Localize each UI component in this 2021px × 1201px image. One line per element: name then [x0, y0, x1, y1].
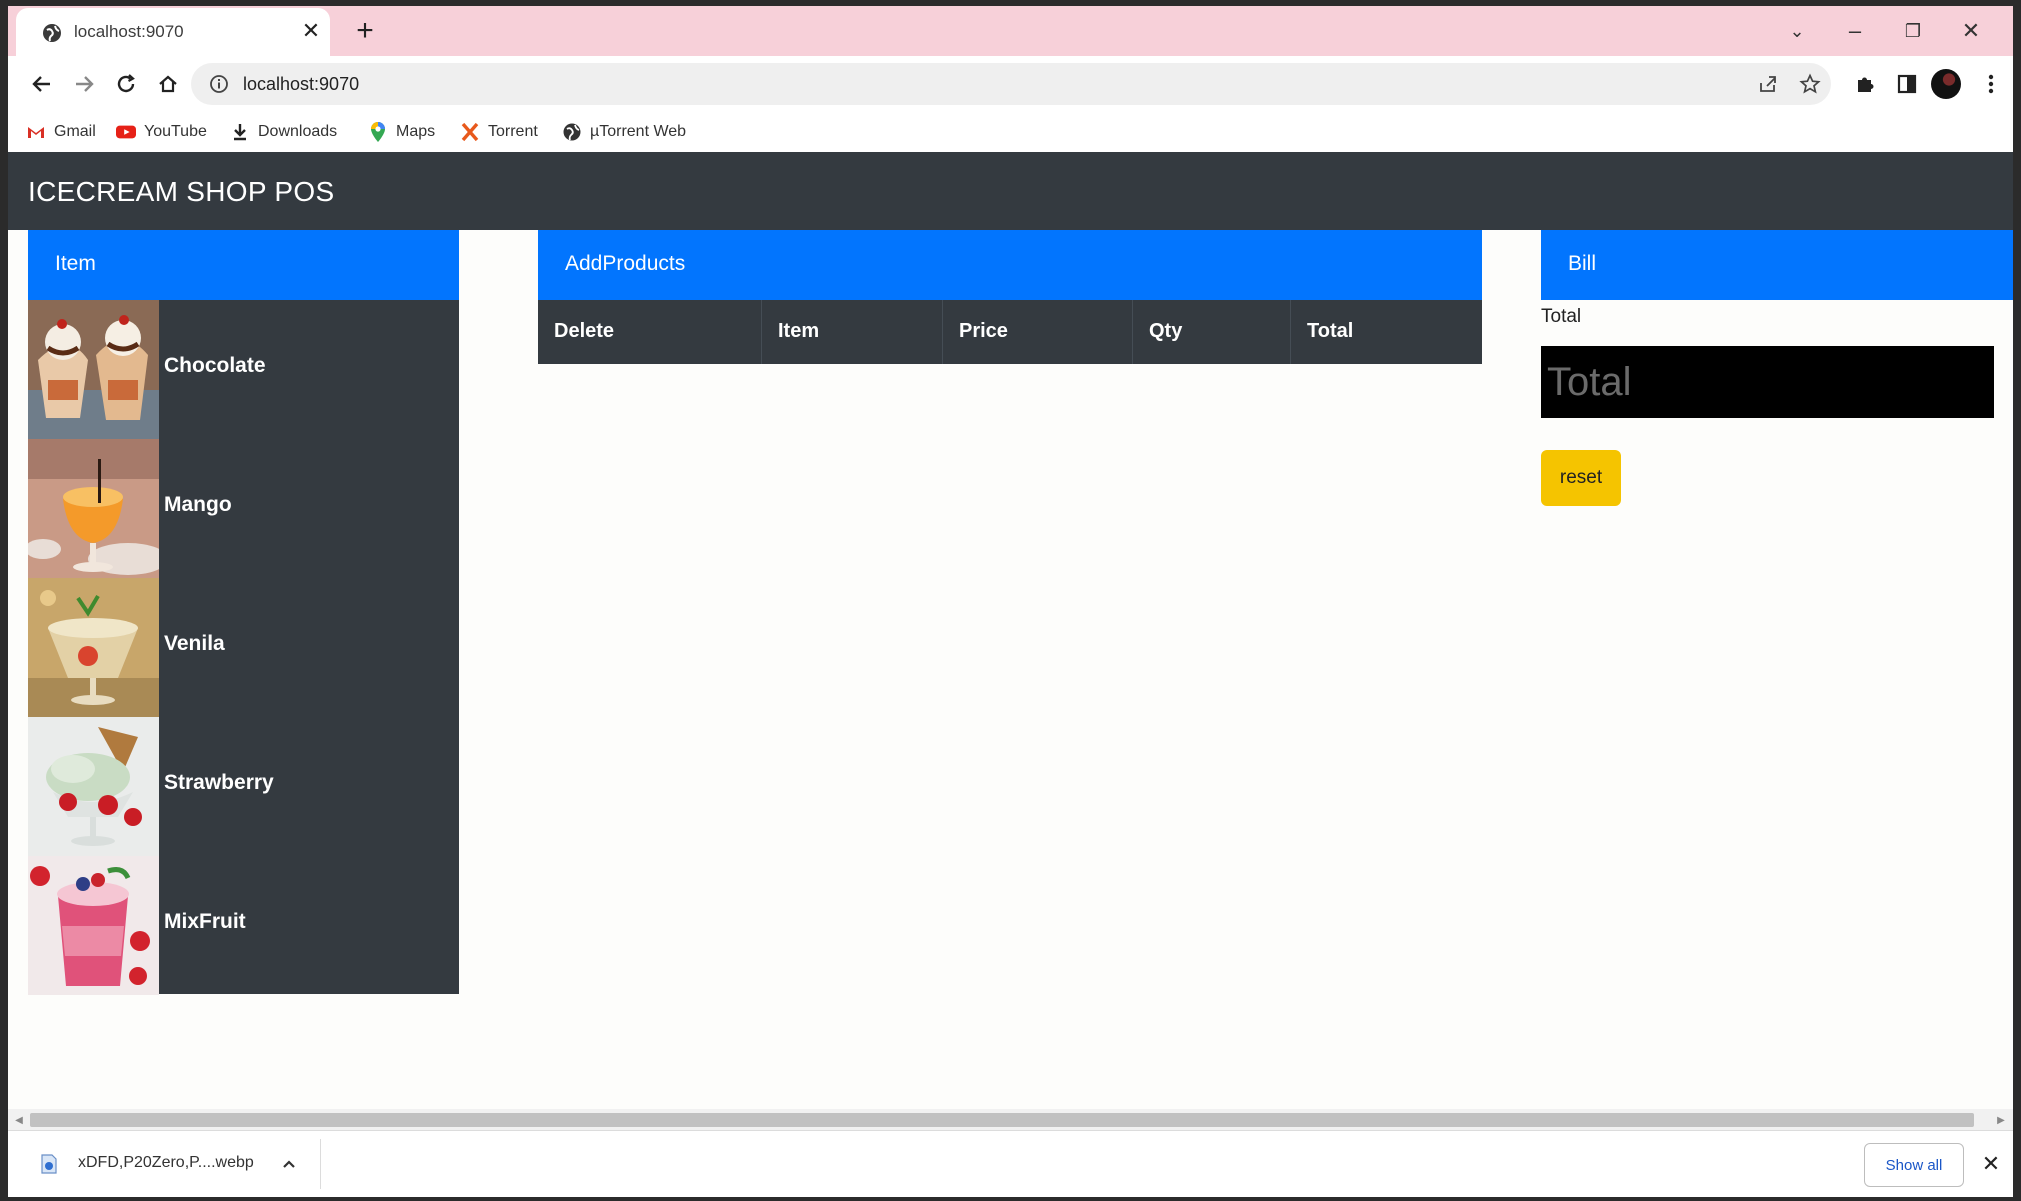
bookmark-utorrent-web[interactable]: µTorrent Web	[562, 118, 686, 146]
scroll-right-icon[interactable]: ▶	[1994, 1113, 2008, 1127]
bookmark-maps[interactable]: Maps	[368, 118, 435, 146]
restore-button[interactable]: ❐	[1896, 14, 1930, 48]
column-header-total: Total	[1291, 300, 1482, 364]
scrollbar-thumb[interactable]	[30, 1113, 1974, 1127]
tab-title: localhost:9070	[74, 22, 184, 41]
side-panel-icon[interactable]	[1889, 66, 1925, 102]
address-bar[interactable]: localhost:9070	[191, 63, 1831, 105]
bookmark-label: Maps	[396, 123, 436, 140]
menu-kebab-icon[interactable]	[1973, 66, 2009, 102]
column-header-price: Price	[943, 300, 1133, 364]
page-content: ICECREAM SHOP POS Item Chocolate Mango V…	[8, 152, 2013, 1131]
chocolate-icecream-image[interactable]	[28, 300, 159, 439]
mango-icecream-image[interactable]	[28, 439, 159, 578]
item-name: Chocolate	[164, 354, 266, 377]
bookmark-label: Gmail	[54, 123, 96, 140]
item-venila[interactable]: Venila	[28, 578, 459, 717]
maps-icon	[368, 122, 388, 142]
item-card-title: Item	[55, 252, 96, 275]
forward-button[interactable]	[66, 66, 102, 102]
column-header-qty: Qty	[1133, 300, 1291, 364]
tab-search-chevron-icon[interactable]: ⌄	[1780, 14, 1814, 48]
window-close-button[interactable]: ✕	[1954, 14, 1988, 48]
download-icon	[230, 122, 250, 142]
close-download-bar-icon[interactable]: ✕	[1978, 1151, 2004, 1177]
bookmark-label: Torrent	[488, 123, 538, 140]
column-label: Total	[1307, 320, 1354, 342]
app-brand[interactable]: ICECREAM SHOP POS	[28, 176, 334, 208]
app-navbar: ICECREAM SHOP POS	[8, 152, 2013, 230]
bookmark-label: µTorrent Web	[590, 123, 687, 140]
bookmark-star-icon[interactable]	[1797, 71, 1823, 97]
browser-toolbar: localhost:9070	[8, 56, 2013, 112]
item-list: Chocolate Mango Venila Strawberry MixFru…	[28, 300, 459, 995]
chevron-up-icon[interactable]	[276, 1151, 302, 1177]
torrent-icon	[460, 122, 480, 142]
file-icon	[41, 1154, 57, 1174]
mixfruit-icecream-image[interactable]	[28, 856, 159, 995]
globe-icon	[562, 122, 582, 142]
products-table-header: Delete Item Price Qty Total	[538, 300, 1482, 364]
item-name: Mango	[164, 493, 232, 516]
column-label: Qty	[1149, 320, 1183, 342]
download-bar: xDFD,P20Zero,P....webp Show all ✕	[8, 1130, 2013, 1197]
extensions-puzzle-icon[interactable]	[1847, 66, 1883, 102]
bookmark-label: Downloads	[258, 123, 338, 140]
reload-button[interactable]	[108, 66, 144, 102]
home-button[interactable]	[150, 66, 186, 102]
bookmark-downloads[interactable]: Downloads	[230, 118, 337, 146]
tab-strip: localhost:9070 ✕ + ⌄ – ❐ ✕	[8, 6, 2013, 56]
item-name: Strawberry	[164, 771, 274, 794]
show-all-button[interactable]: Show all	[1864, 1143, 1964, 1187]
forward-arrow-icon	[76, 76, 94, 92]
gmail-icon	[26, 122, 46, 142]
home-icon	[159, 75, 177, 93]
scroll-left-icon[interactable]: ◀	[12, 1113, 26, 1127]
back-button[interactable]	[24, 66, 60, 102]
youtube-icon	[116, 122, 136, 142]
item-mixfruit[interactable]: MixFruit	[28, 856, 459, 995]
bookmarks-bar: Gmail YouTube Downloads Maps Torrent µTo…	[8, 112, 2013, 152]
bookmark-youtube[interactable]: YouTube	[116, 118, 207, 146]
download-item[interactable]: xDFD,P20Zero,P....webp	[28, 1139, 321, 1189]
column-label: Delete	[554, 320, 615, 342]
total-field[interactable]	[1541, 346, 1994, 418]
addproducts-card-header: AddProducts	[538, 230, 1482, 300]
strawberry-icecream-image[interactable]	[28, 717, 159, 856]
info-icon[interactable]	[209, 74, 229, 94]
vanilla-icecream-image[interactable]	[28, 578, 159, 717]
close-tab-icon[interactable]: ✕	[298, 18, 324, 44]
column-header-delete: Delete	[538, 300, 762, 364]
bill-card-header: Bill	[1541, 230, 2013, 300]
item-chocolate[interactable]: Chocolate	[28, 300, 459, 439]
column-label: Item	[778, 320, 820, 342]
bookmark-torrent[interactable]: Torrent	[460, 118, 538, 146]
horizontal-scrollbar[interactable]: ◀ ▶	[8, 1109, 2013, 1131]
browser-window: localhost:9070 ✕ + ⌄ – ❐ ✕ localhost:907…	[8, 6, 2013, 1197]
column-header-item: Item	[762, 300, 943, 364]
bookmark-gmail[interactable]: Gmail	[26, 118, 96, 146]
total-label: Total	[1541, 306, 1582, 327]
column-label: Price	[959, 320, 1008, 342]
url-text: localhost:9070	[243, 74, 360, 94]
minimize-button[interactable]: –	[1838, 14, 1872, 48]
download-file-name: xDFD,P20Zero,P....webp	[78, 1154, 254, 1171]
profile-avatar[interactable]	[1931, 69, 1961, 99]
bookmark-label: YouTube	[144, 123, 207, 140]
item-strawberry[interactable]: Strawberry	[28, 717, 459, 856]
globe-icon	[43, 24, 61, 42]
browser-tab[interactable]: localhost:9070 ✕	[16, 8, 330, 56]
reload-icon	[117, 74, 135, 93]
back-arrow-icon	[32, 76, 50, 92]
addproducts-card-title: AddProducts	[565, 252, 686, 275]
item-name: Venila	[164, 632, 225, 655]
reset-button[interactable]: reset	[1541, 450, 1621, 506]
item-mango[interactable]: Mango	[28, 439, 459, 578]
item-name: MixFruit	[164, 910, 246, 933]
new-tab-button[interactable]: +	[350, 14, 380, 47]
item-card-header: Item	[28, 230, 459, 300]
bill-card-title: Bill	[1568, 252, 1597, 275]
share-icon[interactable]	[1755, 71, 1781, 97]
